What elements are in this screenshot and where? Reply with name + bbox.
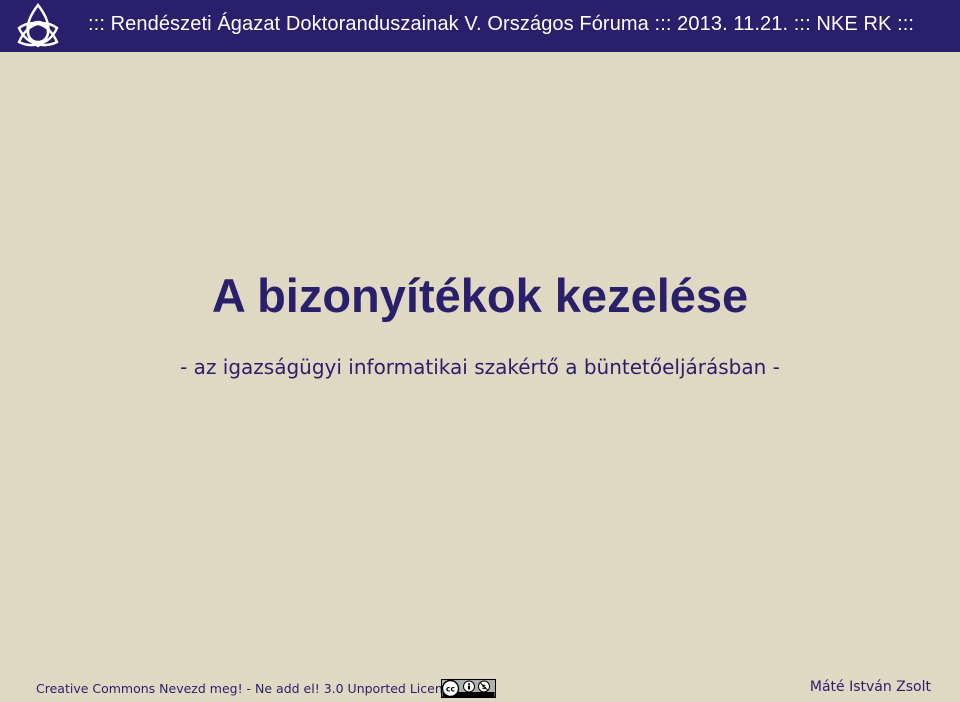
cc-by-nc-icon: cc $ [441, 679, 496, 698]
author-name: Máté István Zsolt [809, 679, 931, 695]
svg-text:cc: cc [446, 684, 455, 693]
header-title: ::: Rendészeti Ágazat Doktoranduszainak … [88, 13, 915, 35]
slide-subtitle: - az igazságügyi informatikai szakértő a… [180, 355, 780, 379]
license-text: Creative Commons Nevezd meg! - Ne add el… [36, 681, 450, 696]
triquetra-logo-icon [17, 3, 59, 48]
header-bar: ::: Rendészeti Ágazat Doktoranduszainak … [0, 0, 960, 52]
slide-title: A bizonyítékok kezelése [211, 269, 749, 322]
